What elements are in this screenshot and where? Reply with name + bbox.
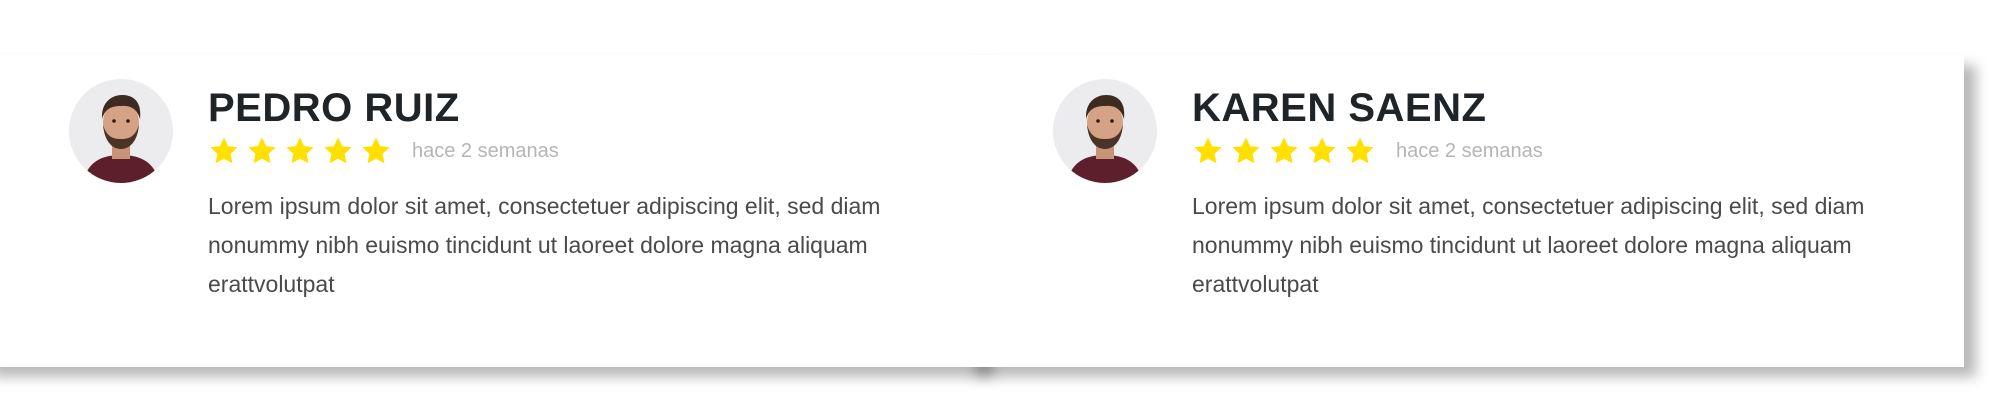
person-photo-icon (1053, 79, 1157, 183)
star-icon (1194, 137, 1222, 164)
avatar (69, 79, 173, 183)
review-text: Lorem ipsum dolor sit amet, consectetuer… (208, 193, 881, 297)
star-rating (1192, 135, 1376, 167)
star-icon (286, 137, 314, 164)
rating-row: hace 2 semanas (1192, 133, 1932, 169)
star-icon (324, 137, 352, 164)
star-icon (1308, 137, 1336, 164)
star-icon (1270, 137, 1298, 164)
star-icon (1232, 137, 1260, 164)
star-icon (1346, 137, 1374, 164)
review-time: hace 2 semanas (412, 139, 559, 162)
avatar (1053, 79, 1157, 183)
star-icon (362, 137, 390, 164)
reviewer-name: PEDRO RUIZ (208, 86, 460, 130)
review-text: Lorem ipsum dolor sit amet, consectetuer… (1192, 193, 1865, 297)
review-time: hace 2 semanas (1396, 139, 1543, 162)
star-icon (210, 137, 238, 164)
rating-row: hace 2 semanas (208, 133, 948, 169)
review-card: KAREN SAENZ hace 2 semanas Lorem ipsum d… (964, 55, 1964, 367)
star-icon (248, 137, 276, 164)
review-card: PEDRO RUIZ hace 2 semanas Lorem ipsum do… (0, 55, 980, 367)
person-photo-icon (69, 79, 173, 183)
star-rating (208, 135, 392, 167)
reviewer-name: KAREN SAENZ (1192, 86, 1487, 130)
